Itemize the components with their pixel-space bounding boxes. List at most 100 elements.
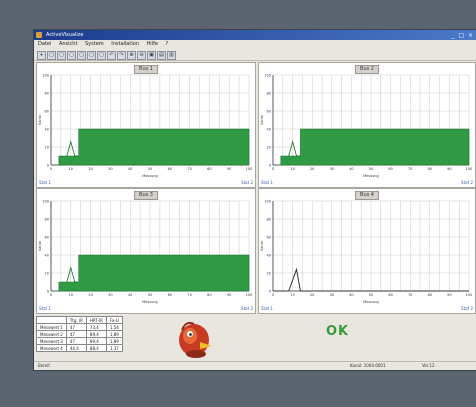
stats-header: HRT-IR <box>85 316 107 324</box>
y-tick-label: 80 <box>45 92 49 96</box>
status-left: Bereit <box>38 363 50 368</box>
x-axis-label: Messung <box>142 300 157 304</box>
window-title: ActiveVisualize <box>46 32 84 38</box>
panel-note-right[interactable]: Stat 2 <box>241 306 253 311</box>
panel-note-right[interactable]: Stat 2 <box>461 306 473 311</box>
x-tick-label: 100 <box>246 293 253 297</box>
toolbar-button-1[interactable]: ▢ <box>47 51 56 60</box>
peak-line <box>66 266 79 283</box>
panel-note-left[interactable]: Stat 1 <box>39 306 51 311</box>
toolbar-button-10[interactable]: ⊖ <box>137 51 146 60</box>
menu-item[interactable]: Datei <box>38 41 51 47</box>
status-bar: Bereit Kanal: 1004-0001 Ver.12 <box>34 361 476 370</box>
x-tick-label: 40 <box>128 293 132 297</box>
toolbar-button-3[interactable]: ▢ <box>67 51 76 60</box>
toolbar-button-8[interactable]: ↷ <box>117 51 126 60</box>
y-axis-label: Kanal <box>260 115 264 125</box>
menu-item[interactable]: ? <box>166 41 169 47</box>
stats-header <box>36 316 67 324</box>
x-tick-label: 30 <box>108 167 112 171</box>
toolbar: + ▢ ▢ ▢ ▢ ▢ ▢ ↶ ↷ ⊕ ⊖ ▣ ▤ ▥ <box>34 49 476 61</box>
window-titlebar: ActiveVisualize _ □ × <box>34 30 476 40</box>
stats-cell: 88,4 <box>85 344 107 352</box>
x-tick-label: 90 <box>447 293 451 297</box>
x-tick-label: 60 <box>168 167 172 171</box>
chart-panel-2: Bus 2 100 80 60 40 20 0 0 10 20 30 40 50 60 70 80 90 100 K… <box>258 62 476 188</box>
area-series <box>51 254 250 292</box>
menu-item[interactable]: System <box>85 41 104 47</box>
y-tick-label: 60 <box>45 236 49 240</box>
x-axis-label: Messung <box>142 174 157 178</box>
table-row: Messwert 2 47 89,4 1,89 <box>36 330 123 338</box>
stats-cell: 44,4 <box>65 344 87 352</box>
y-tick-label: 80 <box>267 92 271 96</box>
x-tick-label: 80 <box>428 167 432 171</box>
stats-cell: 89,4 <box>85 337 107 345</box>
y-tick-label: 40 <box>45 254 49 258</box>
menu-item[interactable]: Ansicht <box>59 41 77 47</box>
panel-note-right[interactable]: Stat 2 <box>241 180 253 185</box>
x-tick-label: 20 <box>310 167 314 171</box>
toolbar-button-13[interactable]: ▥ <box>167 51 176 60</box>
toolbar-button-9[interactable]: ⊕ <box>127 51 136 60</box>
x-tick-label: 20 <box>88 293 92 297</box>
x-tick-label: 70 <box>408 293 412 297</box>
chart-svg: 1008060402000 10 20 30 40 50 60 70 80 90 100KanalM… <box>38 74 252 179</box>
y-tick-label: 100 <box>264 74 271 78</box>
stats-cell: 47 <box>65 337 87 345</box>
menu-item[interactable]: Installation <box>111 41 139 47</box>
ok-status: OK <box>326 324 350 339</box>
toolbar-button-0[interactable]: + <box>37 51 46 60</box>
x-tick-label: 100 <box>466 167 473 171</box>
status-right: Ver.12 <box>422 363 435 368</box>
toolbar-button-11[interactable]: ▣ <box>147 51 156 60</box>
x-tick-label: 90 <box>227 293 231 297</box>
x-tick-label: 10 <box>290 293 294 297</box>
x-tick-label: 80 <box>207 293 211 297</box>
toolbar-button-5[interactable]: ▢ <box>87 51 96 60</box>
y-tick-label: 60 <box>45 110 49 114</box>
x-tick-label: 50 <box>148 293 152 297</box>
panel-note-left[interactable]: Stat 1 <box>261 180 273 185</box>
x-tick-label: 10 <box>290 167 294 171</box>
x-tick-label: 40 <box>349 293 353 297</box>
panel-note-right[interactable]: Stat 2 <box>461 180 473 185</box>
stats-cell: 47 <box>65 323 87 331</box>
toolbar-button-7[interactable]: ↶ <box>107 51 116 60</box>
x-tick-label: 30 <box>108 293 112 297</box>
x-tick-label: 50 <box>369 167 373 171</box>
x-tick-label: 20 <box>310 293 314 297</box>
y-axis-label: Kanal <box>260 241 264 251</box>
x-tick-label: 0 <box>272 293 274 297</box>
panel-note-left[interactable]: Stat 1 <box>261 306 273 311</box>
y-tick-label: 60 <box>267 236 271 240</box>
y-tick-label: 80 <box>45 218 49 222</box>
stats-header: Ttg. IR <box>65 316 87 324</box>
y-tick-label: 0 <box>47 164 49 168</box>
chart-panel-3: Bus 3 100 80 60 40 20 0 0 10 20 30 40 50 60 70 80 90 100 K… <box>36 188 256 314</box>
table-row: Messwert 3 47 89,4 1,89 <box>36 337 123 345</box>
stats-cell: 1,37 <box>105 344 123 352</box>
chart-svg: 1008060402000 10 20 30 40 50 60 70 80 90 100KanalM… <box>38 200 253 305</box>
toolbar-button-12[interactable]: ▤ <box>157 51 166 60</box>
y-tick-label: 100 <box>264 200 271 204</box>
chart-svg: 1008060402000 10 20 30 40 50 60 70 80 90 100KanalM… <box>260 74 473 179</box>
stats-cell: 1,54 <box>105 323 123 331</box>
toolbar-button-2[interactable]: ▢ <box>57 51 66 60</box>
x-axis-label: Messung <box>363 174 378 178</box>
x-tick-label: 30 <box>330 167 334 171</box>
y-tick-label: 0 <box>269 290 271 294</box>
x-tick-label: 90 <box>227 167 231 171</box>
stats-cell: 89,4 <box>85 330 107 338</box>
toolbar-button-4[interactable]: ▢ <box>77 51 86 60</box>
panel-note-left[interactable]: Stat 1 <box>39 180 51 185</box>
y-tick-label: 20 <box>45 146 49 150</box>
x-tick-label: 40 <box>128 167 132 171</box>
toolbar-button-6[interactable]: ▢ <box>97 51 106 60</box>
y-tick-label: 100 <box>42 74 49 78</box>
mascot-icon <box>179 321 212 358</box>
x-tick-label: 0 <box>50 293 52 297</box>
stats-cell: 1,89 <box>105 330 123 338</box>
menu-item[interactable]: Hilfe <box>147 41 158 47</box>
x-tick-label: 60 <box>168 293 172 297</box>
